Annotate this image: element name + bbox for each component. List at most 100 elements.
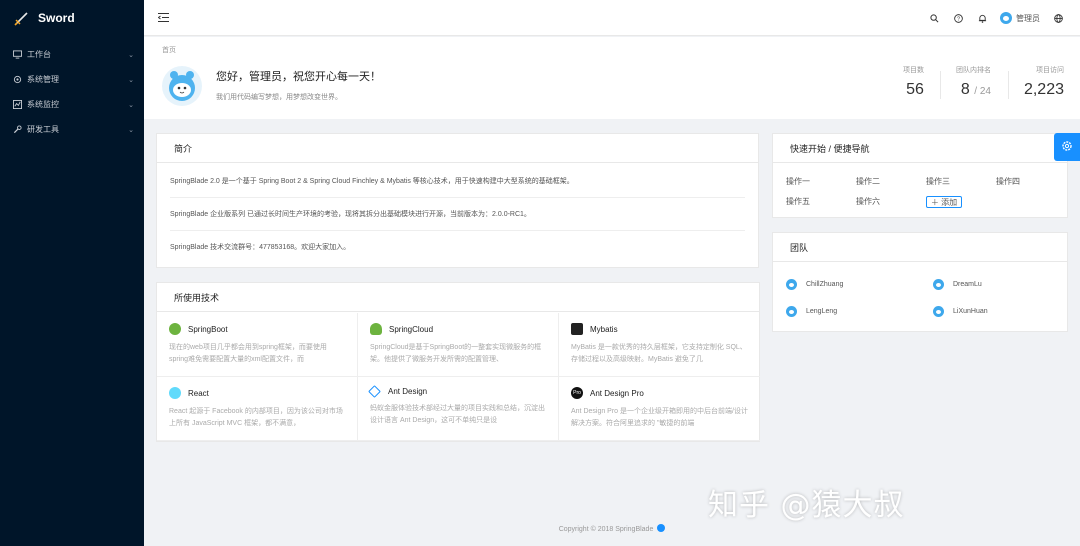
stat-team-rank: 团队内排名 8 / 24 xyxy=(939,65,1008,105)
member-name: ChillZhuang xyxy=(806,280,844,288)
quick-op-link[interactable]: 操作六 xyxy=(856,196,926,208)
top-header: ? 管理员 xyxy=(144,0,1080,36)
quick-op-link[interactable]: 操作一 xyxy=(786,176,856,188)
tech-item-ant-design-pro[interactable]: Pro Ant Design Pro Ant Design Pro 是一个企业级开… xyxy=(559,377,760,441)
intro-line: SpringBlade 技术交流群号：477853168。欢迎大家加入。 xyxy=(170,244,351,251)
quick-op-link[interactable]: 操作二 xyxy=(856,176,926,188)
quick-op-link[interactable]: 操作三 xyxy=(926,176,996,188)
member-name: DreamLu xyxy=(953,280,982,288)
wrench-icon xyxy=(13,125,23,135)
add-label: 添加 xyxy=(941,198,958,207)
chevron-down-icon: ⌄ xyxy=(128,101,134,109)
divider xyxy=(170,230,745,231)
avatar xyxy=(933,278,944,290)
user-menu[interactable]: 管理员 xyxy=(994,12,1046,24)
intro-line: SpringBlade 企业版系列 已通过长时间生产环境的考验，现将其拆分出基础… xyxy=(170,211,531,218)
stat-value: 8 / 24 xyxy=(956,81,991,99)
tech-desc: 现在的web项目几乎都会用到spring框架，而要使用spring难免需要配置大… xyxy=(169,344,327,363)
sidebar-item-dev-tools[interactable]: 研发工具 ⌄ xyxy=(0,117,144,142)
tech-name: SpringCloud xyxy=(389,324,434,334)
header-actions: ? 管理员 xyxy=(922,0,1070,36)
app-logo[interactable]: Sword xyxy=(0,0,144,36)
chart-icon xyxy=(13,100,23,110)
tech-card: 所使用技术 SpringBoot 现在的web项目几乎都会用到spring框架，… xyxy=(156,282,760,442)
sword-icon xyxy=(14,12,28,26)
sidebar-item-label: 工作台 xyxy=(27,50,51,59)
settings-drawer-button[interactable] xyxy=(1054,133,1080,161)
team-member[interactable]: DreamLu xyxy=(933,278,1053,290)
springcloud-icon xyxy=(370,323,382,335)
quick-op-link[interactable]: 操作四 xyxy=(996,176,1066,188)
tech-item-ant-design[interactable]: Ant Design 蚂蚁金服体验技术部经过大量的项目实践和总结，沉淀出设计语言… xyxy=(358,377,559,441)
avatar xyxy=(162,66,202,106)
tech-name: Ant Design xyxy=(388,387,428,396)
sidebar-item-system-monitor[interactable]: 系统监控 ⌄ xyxy=(0,92,144,117)
team-member[interactable]: ChillZhuang xyxy=(786,278,933,290)
page-header: 首页 您好，管理员，祝您开心每一天！ 我们用代码编写梦想，用梦想改变世界。 项目… xyxy=(144,37,1080,119)
sidebar-item-system-management[interactable]: 系统管理 ⌄ xyxy=(0,67,144,92)
sidebar-item-label: 研发工具 xyxy=(27,125,59,134)
greeting-subtitle: 我们用代码编写梦想，用梦想改变世界。 xyxy=(216,94,342,101)
stat-value: 2,223 xyxy=(1023,81,1064,98)
sidebar-item-label: 系统监控 xyxy=(27,100,59,109)
tech-item-mybatis[interactable]: Mybatis MyBatis 是一款优秀的持久层框架，它支持定制化 SQL、存… xyxy=(559,313,760,377)
tech-item-react[interactable]: React React 起源于 Facebook 的内部项目，因为该公司对市场上… xyxy=(157,377,358,441)
card-title: 所使用技术 xyxy=(157,283,759,312)
quick-ops: 操作一 操作二 操作三 操作四 操作五 操作六 ＋ 添加 xyxy=(786,176,1066,208)
monitor-icon xyxy=(13,50,23,60)
sidebar-item-workbench[interactable]: 工作台 ⌄ xyxy=(0,42,144,67)
quick-nav-card: 快速开始 / 便捷导航 操作一 操作二 操作三 操作四 操作五 操作六 ＋ 添加 xyxy=(772,133,1068,218)
stat-label: 团队内排名 xyxy=(955,67,991,74)
ant-design-icon xyxy=(368,385,381,398)
main-area: ? 管理员 首页 您好，管理员，祝您开心每一天！ 我们用代码编写梦想，用梦想改变… xyxy=(144,0,1080,546)
team-member[interactable]: LengLeng xyxy=(786,305,933,317)
tech-name: Ant Design Pro xyxy=(590,388,644,398)
intro-card: 简介 SpringBlade 2.0 是一个基于 Spring Boot 2 &… xyxy=(156,133,759,268)
tech-desc: SpringCloud是基于SpringBoot的一整套实现微服务的框架。他提供… xyxy=(370,344,542,363)
tech-desc: 蚂蚁金服体验技术部经过大量的项目实践和总结，沉淀出设计语言 Ant Design… xyxy=(370,405,545,424)
card-title: 快速开始 / 便捷导航 xyxy=(773,134,1067,163)
tech-item-springcloud[interactable]: SpringCloud SpringCloud是基于SpringBoot的一整套… xyxy=(358,313,559,377)
globe-icon[interactable] xyxy=(1046,0,1070,36)
watermark: 知乎 @猿大叔 xyxy=(708,488,905,523)
menu-fold-icon[interactable] xyxy=(158,11,172,25)
chevron-down-icon: ⌄ xyxy=(128,51,134,59)
bell-icon[interactable] xyxy=(970,0,994,36)
member-name: LengLeng xyxy=(806,307,838,315)
tech-name: React xyxy=(188,388,209,398)
stats: 项目数 56 团队内排名 8 / 24 项目访问 2,223 xyxy=(887,65,1080,105)
gear-icon xyxy=(13,75,23,85)
avatar xyxy=(933,305,944,317)
tech-item-springboot[interactable]: SpringBoot 现在的web项目几乎都会用到spring框架，而要使用sp… xyxy=(157,313,358,377)
stat-rank-total: / 24 xyxy=(974,86,991,97)
help-icon[interactable]: ? xyxy=(946,0,970,36)
team-card: 团队 ChillZhuang DreamLu LengLeng LiXunHua… xyxy=(772,232,1068,332)
avatar xyxy=(1000,12,1012,24)
chevron-down-icon: ⌄ xyxy=(128,76,134,84)
ant-design-pro-icon: Pro xyxy=(571,387,583,399)
tech-name: SpringBoot xyxy=(188,324,228,334)
tech-desc: React 起源于 Facebook 的内部项目，因为该公司对市场上所有 Jav… xyxy=(169,408,343,427)
stat-projects: 项目数 56 xyxy=(887,65,940,105)
stat-label: 项目访问 xyxy=(1036,67,1064,74)
react-icon xyxy=(169,387,181,399)
tech-grid: SpringBoot 现在的web项目几乎都会用到spring框架，而要使用sp… xyxy=(157,313,760,441)
sidebar: Sword 工作台 ⌄ 系统管理 ⌄ 系统监控 ⌄ 研发工具 ⌄ xyxy=(0,0,144,546)
quick-op-link[interactable]: 操作五 xyxy=(786,196,856,208)
user-name: 管理员 xyxy=(1016,13,1040,23)
avatar xyxy=(786,305,797,317)
github-icon[interactable] xyxy=(657,524,666,532)
svg-text:?: ? xyxy=(957,16,960,22)
member-name: LiXunHuan xyxy=(953,307,988,315)
avatar xyxy=(786,278,797,290)
stat-value: 56 xyxy=(906,81,924,98)
tech-desc: MyBatis 是一款优秀的持久层框架，它支持定制化 SQL、存储过程以及高级映… xyxy=(571,344,747,363)
card-title: 团队 xyxy=(773,233,1067,262)
team-member[interactable]: LiXunHuan xyxy=(933,305,1053,317)
breadcrumb[interactable]: 首页 xyxy=(162,45,176,55)
footer: Copyright © 2018 SpringBlade xyxy=(144,524,1080,533)
team-members: ChillZhuang DreamLu LengLeng LiXunHuan xyxy=(786,278,1053,317)
pro-badge: Pro xyxy=(573,390,581,396)
add-button[interactable]: ＋ 添加 xyxy=(926,196,962,208)
search-icon[interactable] xyxy=(922,0,946,36)
